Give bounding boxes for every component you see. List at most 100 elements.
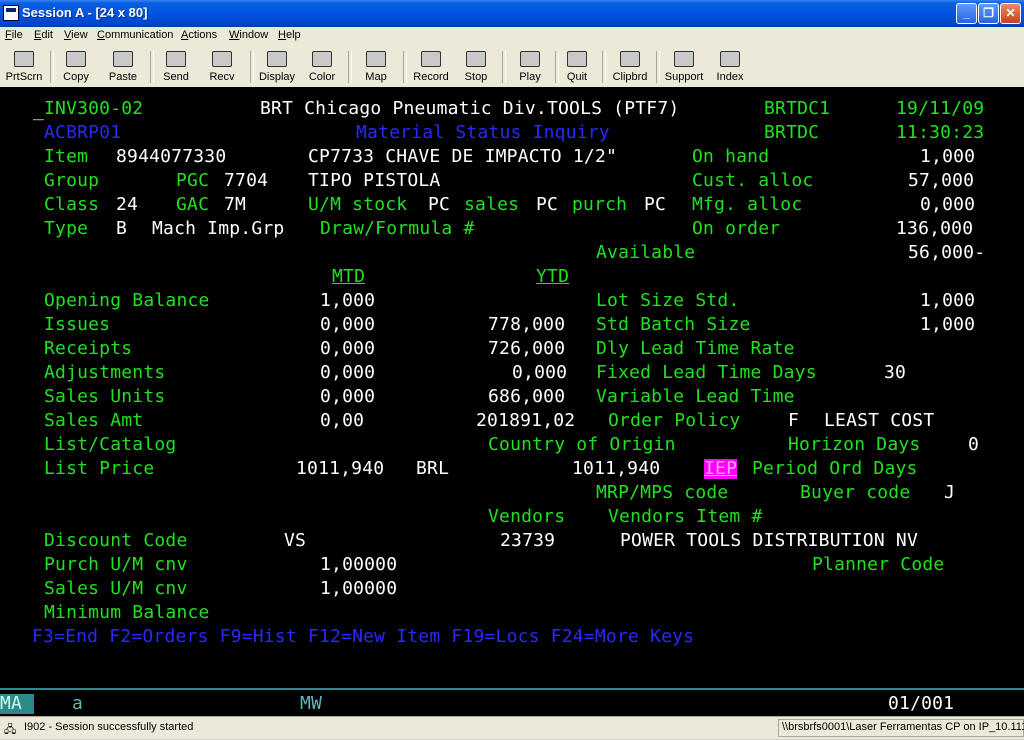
item-label: Item xyxy=(44,146,89,167)
terminal-screen[interactable]: _ INV300-02 BRT Chicago Pneumatic Div.TO… xyxy=(0,87,1024,716)
purch-um-cnv-label: Purch U/M cnv xyxy=(44,554,188,575)
oia-field-1: a xyxy=(72,693,84,714)
index-button[interactable]: Index xyxy=(713,51,747,87)
on-hand-value: 1,000 xyxy=(920,146,976,167)
toolbar: PrtScrn Copy Paste Send Recv Display Col… xyxy=(0,45,1024,88)
issues-label: Issues xyxy=(44,314,111,335)
toolbar-separator xyxy=(403,51,407,83)
play-icon xyxy=(520,51,540,67)
std-batch-label: Std Batch Size xyxy=(596,314,751,335)
color-button[interactable]: Color xyxy=(305,51,339,87)
menu-communication[interactable]: Communication xyxy=(97,29,173,41)
play-button[interactable]: Play xyxy=(513,51,547,87)
send-button[interactable]: Send xyxy=(158,51,194,87)
vendor-name: POWER TOOLS DISTRIBUTION NV xyxy=(620,530,918,551)
um-sales-label: sales xyxy=(464,194,520,215)
clipbrd-button[interactable]: Clipbrd xyxy=(611,51,649,87)
display-icon xyxy=(267,51,287,67)
toolbar-separator xyxy=(50,51,54,83)
minimize-icon[interactable]: _ xyxy=(956,3,977,24)
issues-ytd: 778,000 xyxy=(488,314,566,335)
copy-icon xyxy=(66,51,86,67)
print-screen-icon xyxy=(14,51,34,67)
stop-button[interactable]: Stop xyxy=(460,51,492,87)
adjustments-label: Adjustments xyxy=(44,362,166,383)
list-catalog-label: List/Catalog xyxy=(44,434,177,455)
display-button[interactable]: Display xyxy=(257,51,297,87)
receipts-mtd: 0,000 xyxy=(320,338,376,359)
purch-um-cnv-value: 1,00000 xyxy=(320,554,398,575)
group-label: Group xyxy=(44,170,100,191)
cursor-position: 01/001 xyxy=(888,693,955,714)
screen-date: 19/11/09 xyxy=(896,98,985,119)
variable-lead-time-label: Variable Lead Time xyxy=(596,386,795,407)
class-label: Class xyxy=(44,194,100,215)
opening-balance-label: Opening Balance xyxy=(44,290,210,311)
index-icon xyxy=(720,51,740,67)
color-icon xyxy=(312,51,332,67)
toolbar-separator xyxy=(348,51,352,83)
prtscrn-button[interactable]: PrtScrn xyxy=(4,51,44,87)
vendors-label: Vendors xyxy=(488,506,566,527)
discount-code-value: VS xyxy=(284,530,307,551)
recv-button[interactable]: Recv xyxy=(203,51,241,87)
menu-bar: File Edit View Communication Actions Win… xyxy=(0,27,1024,45)
cust-alloc-label: Cust. alloc xyxy=(692,170,814,191)
class-value: 24 xyxy=(116,194,139,215)
iep-field[interactable]: IEP xyxy=(704,459,738,479)
lot-size-value: 1,000 xyxy=(920,290,976,311)
um-purch-value: PC xyxy=(644,194,667,215)
draw-formula-label: Draw/Formula # xyxy=(320,218,475,239)
country-of-origin-label: Country of Origin xyxy=(488,434,676,455)
std-batch-value: 1,000 xyxy=(920,314,976,335)
copy-button[interactable]: Copy xyxy=(58,51,94,87)
status-icon: 🖧 xyxy=(4,724,17,736)
toolbar-separator xyxy=(150,51,154,83)
um-stock-label: U/M stock xyxy=(308,194,408,215)
planner-code-label: Planner Code xyxy=(812,554,945,575)
vendors-item-label: Vendors Item # xyxy=(608,506,763,527)
title-bar: Session A - [24 x 80] _ ❐ ✕ xyxy=(0,0,1024,27)
screen-title: Material Status Inquiry xyxy=(356,122,610,143)
opening-balance-mtd: 1,000 xyxy=(320,290,376,311)
on-order-value: 136,000 xyxy=(896,218,974,239)
support-button[interactable]: Support xyxy=(663,51,705,87)
on-hand-label: On hand xyxy=(692,146,770,167)
paste-button[interactable]: Paste xyxy=(104,51,142,87)
menu-help[interactable]: Help xyxy=(278,29,301,41)
menu-actions[interactable]: Actions xyxy=(181,29,217,41)
um-stock-value: PC xyxy=(428,194,451,215)
clipboard-icon xyxy=(620,51,640,67)
sales-units-ytd: 686,000 xyxy=(488,386,566,407)
receipts-label: Receipts xyxy=(44,338,133,359)
menu-view[interactable]: View xyxy=(64,29,88,41)
quit-button[interactable]: Quit xyxy=(562,51,592,87)
receive-icon xyxy=(212,51,232,67)
record-button[interactable]: Record xyxy=(411,51,451,87)
menu-window[interactable]: Window xyxy=(229,29,268,41)
screen-time: 11:30:23 xyxy=(896,122,985,143)
sales-units-mtd: 0,000 xyxy=(320,386,376,407)
menu-edit[interactable]: Edit xyxy=(34,29,53,41)
list-price-label: List Price xyxy=(44,458,155,479)
status-bar: 🖧 I902 - Session successfully started \\… xyxy=(0,716,1024,739)
order-policy-description: LEAST COST xyxy=(824,410,935,431)
available-value: 56,000- xyxy=(908,242,986,263)
order-policy-code: F xyxy=(788,410,800,431)
menu-file[interactable]: File xyxy=(5,29,23,41)
currency: BRL xyxy=(416,458,450,479)
item-number[interactable]: 8944077330 xyxy=(116,147,226,167)
status-message: I902 - Session successfully started xyxy=(24,721,194,733)
available-label: Available xyxy=(596,242,696,263)
connection-info: \\brsbrfs0001\Laser Ferramentas CP on IP… xyxy=(782,721,1024,733)
sales-amt-ytd: 201891,02 xyxy=(476,410,576,431)
gac-value: 7M xyxy=(224,194,247,215)
fixed-lead-time-value: 30 xyxy=(884,362,907,383)
adjustments-mtd: 0,000 xyxy=(320,362,376,383)
cursor: _ xyxy=(33,100,45,121)
restore-icon[interactable]: ❐ xyxy=(978,3,999,24)
oia-field-2: MW xyxy=(300,693,323,714)
sales-um-cnv-value: 1,00000 xyxy=(320,578,398,599)
map-button[interactable]: Map xyxy=(359,51,393,87)
close-icon[interactable]: ✕ xyxy=(1000,3,1021,24)
